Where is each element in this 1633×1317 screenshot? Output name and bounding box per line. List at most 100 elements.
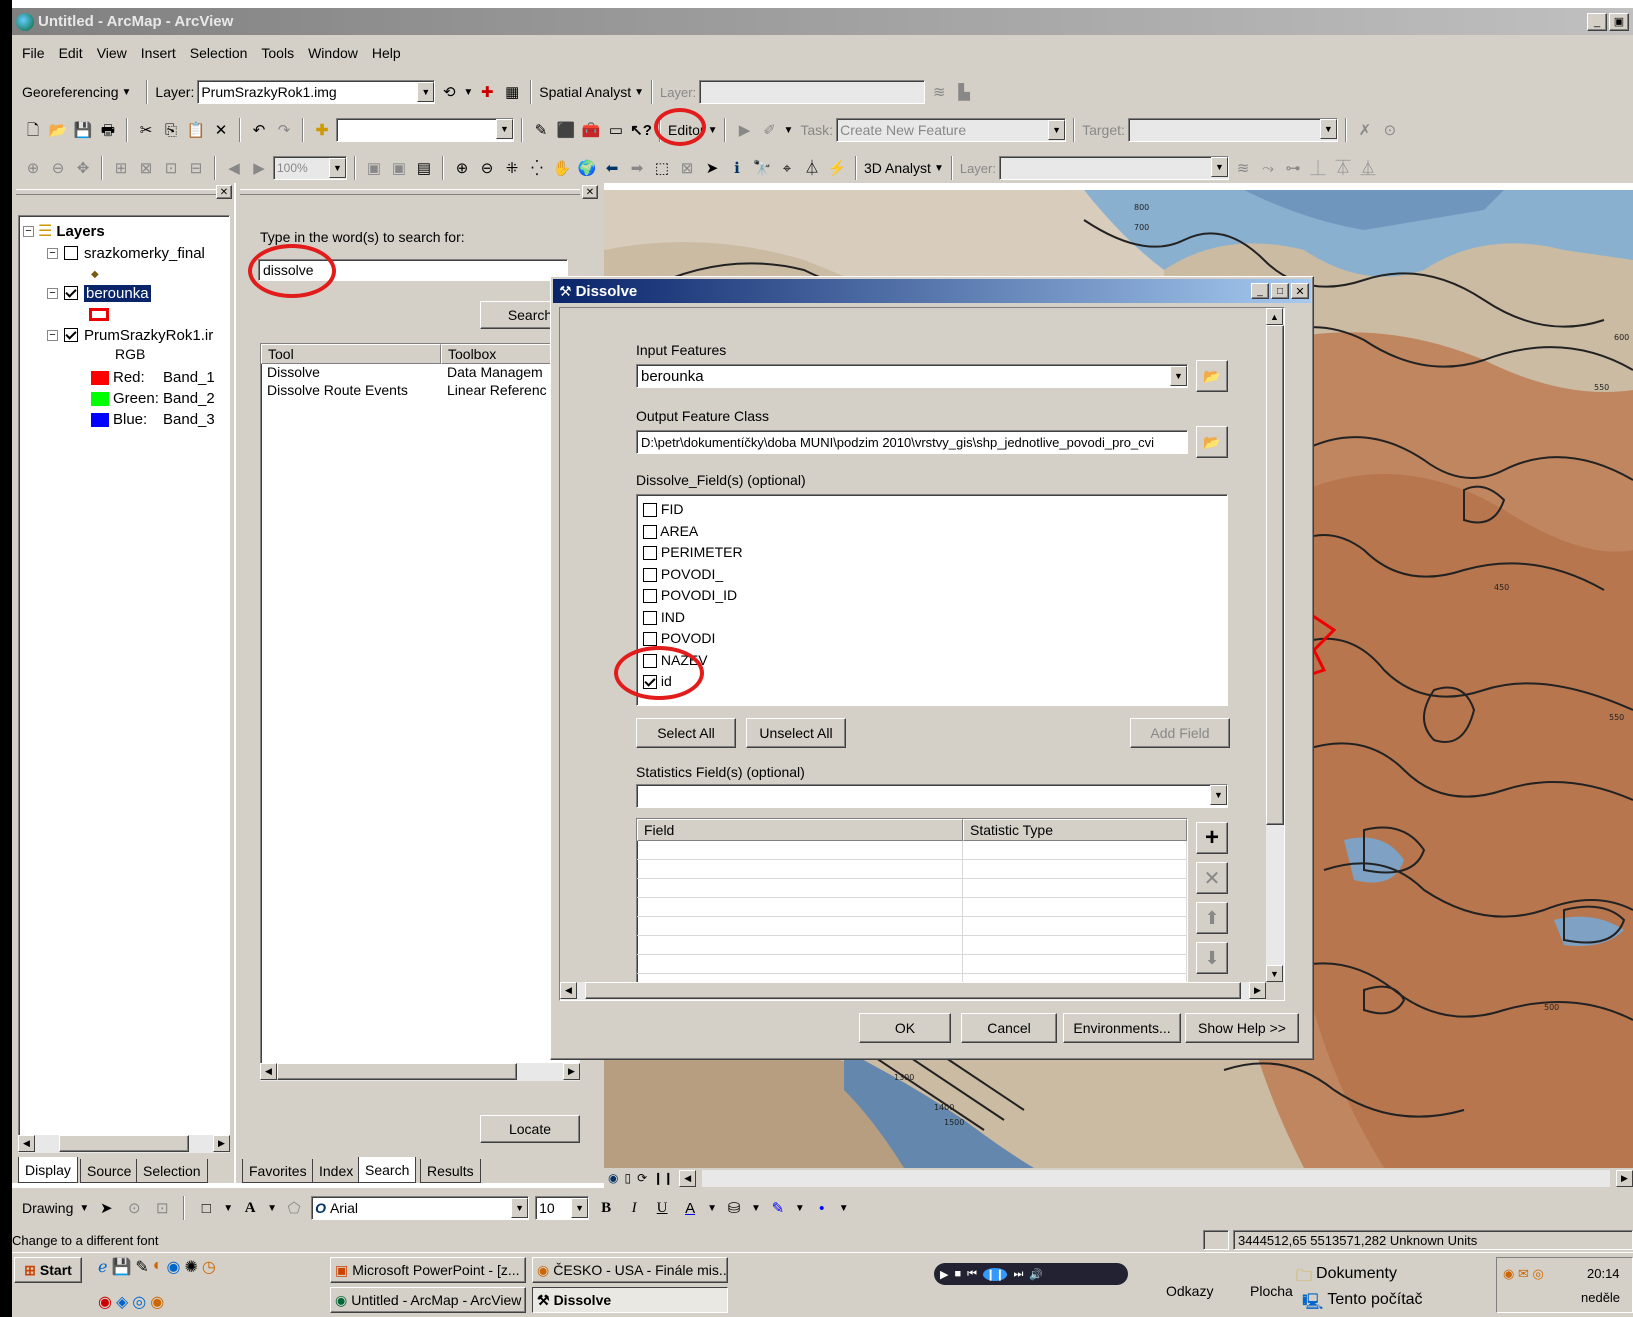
- tab-results[interactable]: Results: [420, 1159, 481, 1183]
- layout-zoom-out-icon[interactable]: ⊖: [47, 157, 69, 179]
- field-item[interactable]: IND: [643, 607, 1221, 629]
- table-row[interactable]: [637, 917, 1187, 936]
- contour-icon[interactable]: ≋: [928, 81, 950, 103]
- dropdown-arrow-icon[interactable]: ▼: [1170, 366, 1187, 386]
- dropdown-arrow-icon[interactable]: ▼: [571, 1198, 589, 1218]
- hyperlink-icon[interactable]: ⚡: [826, 157, 848, 179]
- menu-edit[interactable]: Edit: [59, 45, 83, 61]
- tab-display[interactable]: Display: [18, 1157, 78, 1183]
- bold-icon[interactable]: B: [595, 1197, 617, 1219]
- toc-grip[interactable]: [16, 189, 216, 195]
- interpolate-line-icon[interactable]: ⏄: [1332, 157, 1354, 179]
- find-binoculars-icon[interactable]: 🔭: [751, 157, 773, 179]
- measure-icon[interactable]: ⏃: [801, 157, 823, 179]
- collapse-icon[interactable]: −: [47, 329, 58, 341]
- zoom-100-icon[interactable]: ⊠: [135, 157, 157, 179]
- command-line-icon[interactable]: ▭: [605, 119, 627, 141]
- dialog-vscroll[interactable]: ▲ ▼: [1266, 308, 1284, 982]
- input-features-combo[interactable]: berounka ▼: [636, 364, 1188, 388]
- split-tool-icon[interactable]: ✗: [1354, 119, 1376, 141]
- target-combo[interactable]: ▼: [1127, 118, 1338, 142]
- select-elements-icon[interactable]: ➤: [95, 1197, 117, 1219]
- tab-selection[interactable]: Selection: [136, 1159, 208, 1183]
- col-statistic-header[interactable]: Statistic Type: [963, 819, 1187, 841]
- list-item[interactable]: Dissolve Route Events Linear Referenc: [261, 382, 579, 400]
- field-item[interactable]: POVODI_ID: [643, 585, 1221, 607]
- field-checkbox[interactable]: [643, 546, 657, 561]
- layer-name-selected[interactable]: berounka: [84, 284, 151, 302]
- result-tool[interactable]: Dissolve Route Events: [261, 382, 441, 400]
- field-checkbox[interactable]: [643, 632, 657, 647]
- menu-help[interactable]: Help: [372, 45, 401, 61]
- edit-vertices-icon[interactable]: ⬠: [283, 1197, 305, 1219]
- select-elements-icon[interactable]: ➤: [701, 157, 723, 179]
- menu-selection[interactable]: Selection: [190, 45, 248, 61]
- text-icon[interactable]: A: [239, 1197, 261, 1219]
- fill-color-icon[interactable]: ⛁: [723, 1197, 745, 1219]
- media-player-mini[interactable]: ▶ ■ ⏮ ❙❙ ⏭ 🔊: [934, 1263, 1128, 1285]
- steepest-path-icon[interactable]: ⤳: [1257, 157, 1279, 179]
- dialog-titlebar[interactable]: ⚒ Dissolve _ □ ✕: [553, 279, 1311, 303]
- layer-visibility-checkbox[interactable]: [64, 286, 78, 300]
- pause-icon[interactable]: ❙❙: [983, 1267, 1008, 1281]
- dialog-maximize-button[interactable]: □: [1271, 283, 1289, 299]
- stop-icon[interactable]: ■: [954, 1268, 961, 1280]
- tab-search[interactable]: Search: [358, 1157, 417, 1183]
- tab-source[interactable]: Source: [80, 1159, 139, 1183]
- editor-toolbar-icon[interactable]: ✎: [530, 119, 552, 141]
- change-layout-icon[interactable]: ▤: [413, 157, 435, 179]
- table-row[interactable]: [637, 879, 1187, 898]
- table-row[interactable]: [637, 898, 1187, 917]
- scroll-right-icon[interactable]: ▶: [563, 1063, 580, 1080]
- scroll-up-icon[interactable]: ▲: [1266, 308, 1283, 325]
- sketch-tool-icon[interactable]: ✐: [758, 119, 780, 141]
- add-control-points-icon[interactable]: ✚: [476, 81, 498, 103]
- statistics-field-combo[interactable]: ▼: [636, 784, 1228, 808]
- field-item[interactable]: NAZEV: [643, 650, 1221, 672]
- cancel-button[interactable]: Cancel: [961, 1013, 1057, 1043]
- table-row[interactable]: [637, 955, 1187, 974]
- field-item[interactable]: PERIMETER: [643, 542, 1221, 564]
- paste-icon[interactable]: 📋: [185, 119, 207, 141]
- collapse-icon[interactable]: −: [23, 225, 34, 237]
- layer2-combo[interactable]: [699, 80, 926, 104]
- line-color-icon[interactable]: ✎: [767, 1197, 789, 1219]
- dialog-close-button[interactable]: ✕: [1291, 283, 1309, 299]
- rotate-icon[interactable]: ⟲: [438, 81, 460, 103]
- interpolate-point-icon[interactable]: ⏊: [1307, 157, 1329, 179]
- app3-icon[interactable]: ◉: [98, 1292, 112, 1315]
- table-row[interactable]: [637, 841, 1187, 860]
- app5-icon[interactable]: ◎: [132, 1292, 146, 1315]
- layer-name[interactable]: srazkomerky_final: [84, 245, 205, 262]
- dropdown-arrow-icon[interactable]: ▼: [1210, 157, 1228, 177]
- app6-icon[interactable]: ◉: [150, 1292, 164, 1315]
- fixed-zoom-in-map-icon[interactable]: ⁜: [501, 157, 523, 179]
- ok-button[interactable]: OK: [859, 1013, 951, 1043]
- arctoolbox-icon[interactable]: ⬛: [555, 119, 577, 141]
- pen-icon[interactable]: ✎: [135, 1257, 148, 1280]
- scale-combo[interactable]: ▼: [336, 118, 514, 142]
- copy-icon[interactable]: ⎘: [160, 119, 182, 141]
- menu-file[interactable]: File: [22, 45, 45, 61]
- start-button[interactable]: ⊞ Start: [14, 1257, 82, 1283]
- task-dissolve[interactable]: ⚒ Dissolve: [532, 1287, 728, 1313]
- layout-pan-icon[interactable]: ✥: [72, 157, 94, 179]
- collapse-icon[interactable]: −: [47, 247, 58, 259]
- tab-favorites[interactable]: Favorites: [242, 1159, 314, 1183]
- map-hscroll[interactable]: [702, 1169, 1610, 1187]
- scroll-right-icon[interactable]: ▶: [213, 1135, 230, 1152]
- zoom-in-icon[interactable]: ⊕: [451, 157, 473, 179]
- clock-icon[interactable]: ◷: [202, 1257, 216, 1280]
- spatial-analyst-menu[interactable]: Spatial Analyst: [539, 84, 631, 100]
- toolbar-tento[interactable]: 🖳 Tento počítač: [1302, 1291, 1423, 1317]
- col-field-header[interactable]: Field: [637, 819, 963, 841]
- font-size-combo[interactable]: 10 ▼: [535, 1196, 590, 1220]
- task-arcmap[interactable]: ◉ Untitled - ArcMap - ArcView: [330, 1287, 526, 1313]
- scroll-left-icon[interactable]: ◀: [18, 1135, 35, 1152]
- scroll-left-icon[interactable]: ◀: [260, 1063, 277, 1080]
- line-of-sight-icon[interactable]: ⊶: [1282, 157, 1304, 179]
- field-item[interactable]: POVODI_: [643, 564, 1221, 586]
- zoom-combo[interactable]: 100% ▼: [273, 156, 347, 180]
- link-table-icon[interactable]: ▦: [501, 81, 523, 103]
- identify-icon[interactable]: ℹ: [726, 157, 748, 179]
